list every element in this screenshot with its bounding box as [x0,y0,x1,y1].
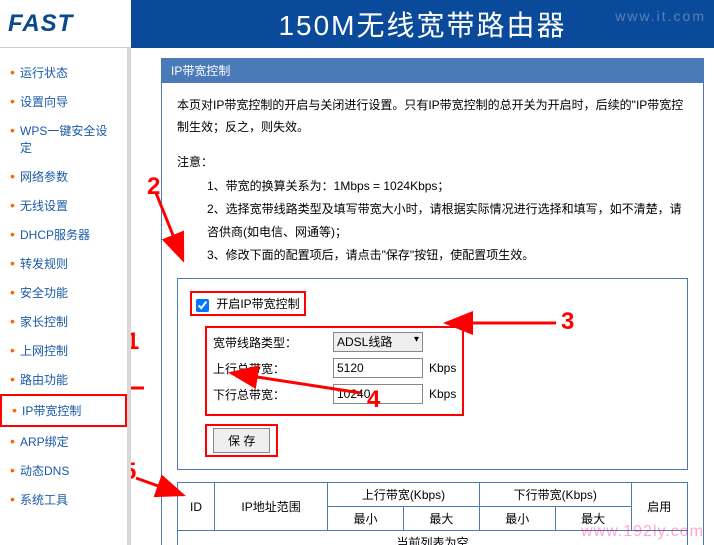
th-id: ID [178,483,215,531]
sidebar-item-8[interactable]: 家长控制 [0,307,127,336]
note-list: 1、带宽的换算关系为：1Mbps = 1024Kbps；2、选择宽带线路类型及填… [207,175,688,266]
page-title: 150M无线宽带路由器 www.it.com [131,0,714,48]
sidebar-item-0[interactable]: 运行状态 [0,58,127,87]
sidebar-item-4[interactable]: 无线设置 [0,191,127,220]
enable-label: 开启IP带宽控制 [216,297,299,311]
th-up-max: 最大 [403,507,479,531]
config-box: 开启IP带宽控制 宽带线路类型： ADSL线路 上行总带宽： Kbps [177,278,688,470]
th-down-min: 最小 [479,507,555,531]
content-panel: IP带宽控制 本页对IP带宽控制的开启与关闭进行设置。只有IP带宽控制的总开关为… [131,48,714,545]
watermark: www.192ly.com [581,523,704,541]
sidebar-item-10[interactable]: 路由功能 [0,365,127,394]
note-2: 3、修改下面的配置项后，请点击"保存"按钮，使配置项生效。 [207,244,688,267]
sidebar: 运行状态设置向导WPS一键安全设定网络参数无线设置DHCP服务器转发规则安全功能… [0,48,131,545]
upstream-label: 上行总带宽： [213,360,333,377]
enable-row: 开启IP带宽控制 [190,291,306,316]
annotation-5: 5 [131,458,136,486]
intro-text: 本页对IP带宽控制的开启与关闭进行设置。只有IP带宽控制的总开关为开启时，后续的… [177,95,688,138]
sidebar-item-13[interactable]: 动态DNS [0,456,127,485]
note-1: 2、选择宽带线路类型及填写带宽大小时，请根据实际情况进行选择和填写，如不清楚，请… [207,198,688,244]
panel-title: IP带宽控制 [161,58,704,83]
sidebar-item-7[interactable]: 安全功能 [0,278,127,307]
enable-checkbox[interactable] [196,299,209,312]
logo-area: FAST [0,0,131,48]
sidebar-item-11[interactable]: IP带宽控制 [0,394,127,427]
downstream-label: 下行总带宽： [213,386,333,403]
annotation-2: 2 [147,173,160,201]
note-0: 1、带宽的换算关系为：1Mbps = 1024Kbps； [207,175,688,198]
unit-up: Kbps [429,361,456,375]
arrow-1 [131,378,146,401]
unit-down: Kbps [429,387,456,401]
logo-text: FAST [8,10,73,38]
annotation-1: 1 [131,328,139,356]
title-text: 150M无线宽带路由器 [278,4,566,44]
th-range: IP地址范围 [214,483,327,531]
sidebar-item-5[interactable]: DHCP服务器 [0,220,127,249]
save-button[interactable]: 保 存 [213,428,270,453]
line-type-select[interactable]: ADSL线路 [333,332,423,352]
sidebar-item-12[interactable]: ARP绑定 [0,427,127,456]
sidebar-item-1[interactable]: 设置向导 [0,87,127,116]
downstream-input[interactable] [333,384,423,404]
th-up: 上行带宽(Kbps) [328,483,480,507]
header-watermark: www.it.com [615,8,706,24]
line-type-label: 宽带线路类型： [213,334,333,351]
note-title: 注意： [177,153,688,170]
sidebar-item-3[interactable]: 网络参数 [0,162,127,191]
sidebar-item-2[interactable]: WPS一键安全设定 [0,116,127,162]
th-up-min: 最小 [328,507,404,531]
th-down: 下行带宽(Kbps) [479,483,631,507]
sidebar-item-6[interactable]: 转发规则 [0,249,127,278]
sidebar-item-14[interactable]: 系统工具 [0,485,127,514]
sidebar-item-9[interactable]: 上网控制 [0,336,127,365]
upstream-input[interactable] [333,358,423,378]
